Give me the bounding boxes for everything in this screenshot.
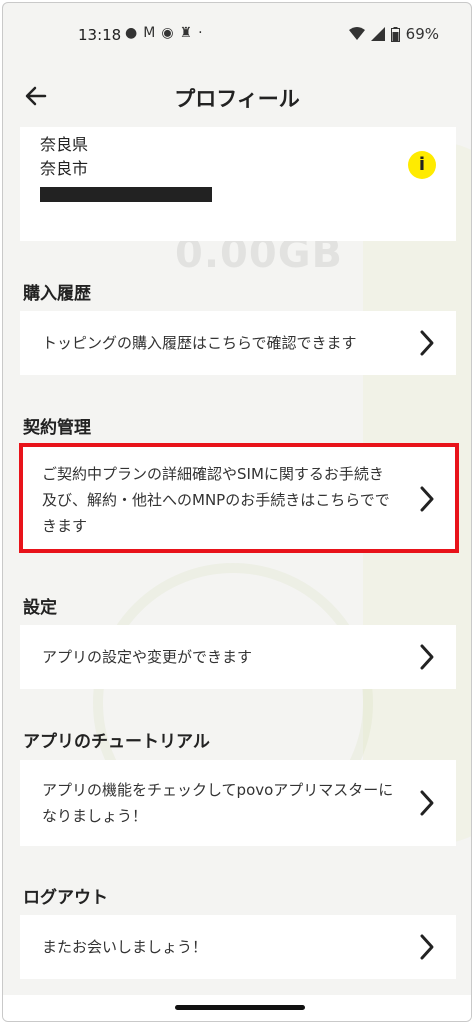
purchase-history-text: トッピングの購入履歴はこちらで確認できます [42, 334, 357, 352]
status-right: 69% [348, 25, 439, 43]
signal-icon [370, 27, 385, 41]
section-title-tutorial: アプリのチュートリアル [23, 732, 210, 752]
battery-percent: 69% [405, 25, 439, 43]
logout-text: またお会いしましょう！ [42, 938, 208, 956]
tutorial-text: アプリの機能をチェックしてpovoアプリマスターになりましょう！ [42, 781, 394, 825]
messenger-icon: ◉ [161, 25, 180, 41]
section-title-settings: 設定 [23, 598, 57, 618]
chat-icon: ● [125, 25, 144, 41]
wifi-icon [348, 27, 365, 40]
section-title-contract: 契約管理 [23, 418, 91, 438]
tutorial-row[interactable]: アプリの機能をチェックしてpovoアプリマスターになりましょう！ [20, 760, 456, 846]
section-title-purchase-history: 購入履歴 [23, 284, 91, 304]
chevron-right-icon [420, 330, 434, 356]
address-city: 奈良市 [40, 159, 89, 178]
battery-icon [390, 26, 400, 42]
purchase-history-row[interactable]: トッピングの購入履歴はこちらで確認できます [20, 311, 456, 375]
contract-management-text: ご契約中プランの詳細確認やSIMに関するお手続き及び、解約・他社へのMNPのお手… [42, 465, 390, 535]
gesture-handle[interactable] [175, 1005, 305, 1010]
settings-row[interactable]: アプリの設定や変更ができます [20, 625, 456, 689]
section-title-logout: ログアウト [23, 888, 108, 908]
redacted-address [40, 187, 212, 202]
notification-icons: ●M◉♜· [125, 25, 209, 41]
chevron-right-icon [420, 790, 434, 816]
app-bar: プロフィール [3, 65, 471, 127]
system-nav-bar [3, 995, 471, 1021]
page-title: プロフィール [174, 87, 300, 111]
info-icon[interactable]: i [408, 151, 436, 179]
figure-icon: ♜ [179, 25, 199, 41]
chevron-right-icon [420, 644, 434, 670]
address-card: 奈良県 奈良市 i [20, 127, 456, 241]
status-time: 13:18 [78, 26, 122, 44]
status-bar: 13:18 ●M◉♜· 69% [3, 3, 471, 65]
contract-management-row[interactable]: ご契約中プランの詳細確認やSIMに関するお手続き及び、解約・他社へのMNPのお手… [20, 447, 456, 551]
logout-row[interactable]: またお会いしましょう！ [20, 915, 456, 979]
dot-icon: · [198, 25, 209, 41]
screen: 0.00GB 13:18 ●M◉♜· 69% プロフィール 奈良県 奈良市 i … [2, 2, 472, 1022]
chevron-right-icon [420, 486, 434, 512]
chevron-right-icon [420, 934, 434, 960]
settings-text: アプリの設定や変更ができます [42, 648, 253, 666]
mcdonalds-icon: M [143, 25, 162, 41]
address-prefecture: 奈良県 [40, 135, 89, 154]
